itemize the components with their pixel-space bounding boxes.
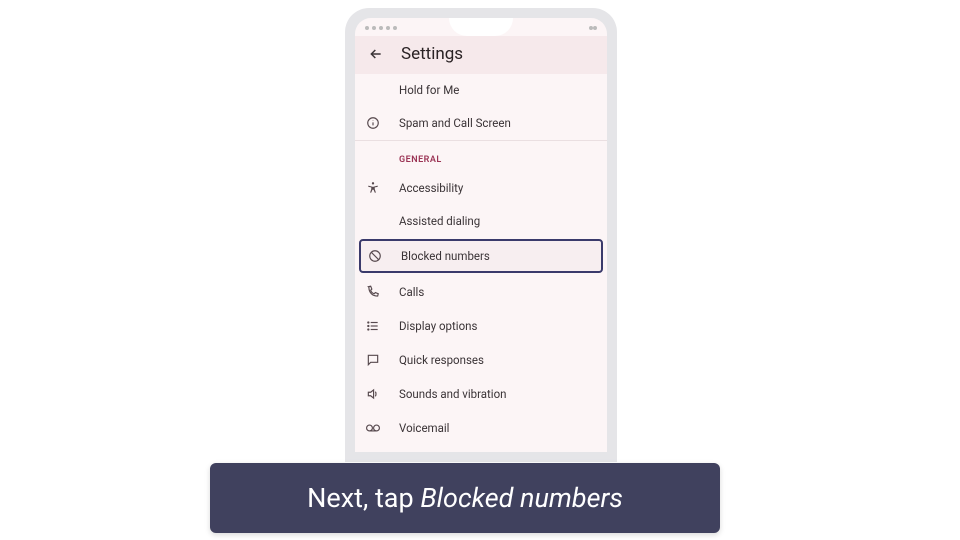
section-general: GENERAL (355, 141, 607, 171)
phone-frame: Settings Hold for Me Spam and Call Scree… (345, 8, 617, 462)
item-calls[interactable]: Calls (355, 275, 607, 309)
item-sounds-vibration[interactable]: Sounds and vibration (355, 377, 607, 411)
item-label: Assisted dialing (399, 214, 480, 228)
item-blocked-numbers[interactable]: Blocked numbers (359, 239, 603, 273)
item-label: Blocked numbers (401, 249, 490, 263)
info-icon (365, 115, 381, 131)
item-label: Voicemail (399, 421, 449, 435)
item-label: Quick responses (399, 353, 484, 367)
item-label: Spam and Call Screen (399, 116, 511, 130)
sound-icon (365, 386, 381, 402)
item-label: Hold for Me (399, 83, 459, 97)
item-label: Display options (399, 319, 477, 333)
settings-header: Settings (355, 36, 607, 74)
page-title: Settings (401, 44, 463, 64)
item-label: Calls (399, 285, 424, 299)
item-label: Accessibility (399, 181, 463, 195)
item-label: Sounds and vibration (399, 387, 507, 401)
phone-notch (449, 18, 513, 36)
phone-screen: Settings Hold for Me Spam and Call Scree… (355, 18, 607, 452)
item-accessibility[interactable]: Accessibility (355, 171, 607, 205)
accessibility-icon (365, 180, 381, 196)
phone-icon (365, 284, 381, 300)
item-spam-call-screen[interactable]: Spam and Call Screen (355, 106, 607, 140)
caption-emphasis: Blocked numbers (420, 482, 622, 514)
item-quick-responses[interactable]: Quick responses (355, 343, 607, 377)
back-button[interactable] (367, 45, 385, 63)
block-icon (367, 248, 383, 264)
list-icon (365, 318, 381, 334)
caption-prefix: Next, tap (307, 482, 420, 514)
item-display-options[interactable]: Display options (355, 309, 607, 343)
settings-list: Hold for Me Spam and Call Screen GENERAL (355, 74, 607, 445)
item-assisted-dialing[interactable]: Assisted dialing (355, 205, 607, 237)
message-icon (365, 352, 381, 368)
voicemail-icon (365, 420, 381, 436)
instruction-caption: Next, tap Blocked numbers (210, 463, 720, 533)
item-hold-for-me[interactable]: Hold for Me (355, 74, 607, 106)
item-voicemail[interactable]: Voicemail (355, 411, 607, 445)
